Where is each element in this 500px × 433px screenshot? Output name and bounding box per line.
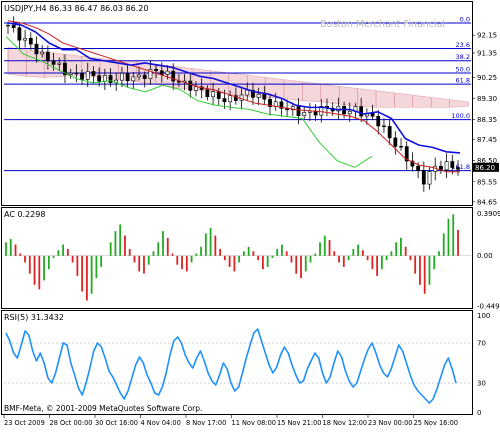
- rsi-tick-label: 0: [477, 409, 481, 417]
- candle-body: [34, 43, 39, 55]
- candle-body: [74, 72, 79, 75]
- x-tick-label: 11 Nov 08:00: [232, 419, 276, 427]
- candle-body: [57, 62, 62, 65]
- candle-body: [17, 27, 22, 41]
- candle-body: [165, 70, 170, 75]
- x-tick-label: 30 Oct 16:00: [95, 419, 138, 427]
- candle-body: [387, 126, 392, 139]
- candle-body: [45, 51, 50, 62]
- candle-body: [427, 171, 432, 185]
- candle-body: [159, 70, 164, 75]
- candle-body: [91, 71, 96, 76]
- price-title: USDJPY,H4 86.33 86.47 86.03 86.20: [4, 4, 148, 13]
- candle-body: [142, 74, 147, 79]
- candle-body: [11, 24, 16, 29]
- watermark: Boston Merchant Financial: [320, 19, 445, 30]
- candle-body: [28, 37, 33, 45]
- rsi-tick-label: 30: [477, 380, 486, 388]
- candle-body: [444, 161, 449, 171]
- candle-body: [456, 167, 460, 170]
- ac-tick-label: -0.4492: [477, 303, 500, 311]
- candle-body: [216, 91, 221, 99]
- rsi-pane: [1, 310, 473, 415]
- x-tick-label: 18 Nov 12:00: [323, 419, 367, 427]
- rsi-tick-label: 100: [477, 312, 490, 320]
- candle-body: [102, 75, 107, 82]
- rsi-tick-label: 70: [477, 340, 486, 348]
- price-tick-label: 85.55: [477, 178, 497, 186]
- x-tick-label: 15 Nov 21:00: [277, 419, 321, 427]
- candle-body: [6, 24, 10, 27]
- candle-body: [228, 95, 233, 103]
- x-tick-label: 28 Oct 00:00: [50, 419, 93, 427]
- copyright: BMF-Meta, © 2001-2009 MetaQuotes Softwar…: [4, 404, 202, 413]
- fib-level-label: 100.0: [451, 112, 470, 120]
- candle-body: [256, 93, 261, 98]
- candle-body: [421, 170, 426, 185]
- price-tick-label: 89.30: [477, 95, 497, 103]
- candle-body: [359, 106, 364, 117]
- candle-body: [97, 75, 102, 82]
- x-tick-label: 25 Nov 16:00: [414, 419, 458, 427]
- price-tick-label: 88.35: [477, 116, 497, 124]
- candle-body: [222, 98, 227, 103]
- fib-level-label: 23.6: [456, 41, 470, 49]
- x-tick-label: 8 Nov 17:00: [186, 419, 226, 427]
- candle-body: [125, 72, 130, 82]
- candle-body: [239, 94, 244, 101]
- ac-tick-label: 0.3909: [477, 210, 500, 218]
- ac-tick-label: 0.00: [477, 252, 493, 260]
- candle-body: [302, 112, 307, 117]
- candle-body: [296, 106, 301, 117]
- price-tick-label: 84.65: [477, 198, 497, 206]
- fib-level-label: 50.0: [456, 65, 470, 73]
- candle-body: [450, 161, 455, 168]
- candle-body: [382, 125, 386, 128]
- candle-body: [399, 146, 403, 148]
- candle-body: [245, 89, 250, 96]
- price-tick-label: 90.25: [477, 74, 497, 82]
- fib-level-label: 38.2: [456, 53, 470, 61]
- mt4-chart-window: 0.0 23.6 38.2 50.0 61.8 100.0 161.8 92.15 91.35…: [0, 0, 500, 429]
- price-tick-label: 87.45: [477, 136, 497, 144]
- candle-body: [262, 93, 267, 100]
- candle-body: [40, 51, 45, 55]
- candle-body: [416, 165, 421, 171]
- chart-canvas: 0.023.638.250.061.8100.0161.8 92.1591.35…: [1, 1, 500, 427]
- current-price-label: 86.20: [475, 164, 495, 172]
- candle-body: [347, 111, 352, 115]
- candle-body: [211, 91, 215, 98]
- price-tick-label: 92.15: [477, 32, 497, 40]
- candle-body: [120, 72, 124, 81]
- candle-body: [194, 86, 198, 91]
- candle-body: [23, 37, 27, 41]
- x-tick-label: 23 Oct 2009: [4, 419, 45, 427]
- candle-body: [205, 89, 210, 98]
- fib-level-label: 0.0: [460, 15, 470, 23]
- candle-body: [131, 76, 136, 82]
- candle-body: [376, 115, 381, 127]
- candle-body: [137, 74, 141, 78]
- candle-body: [188, 80, 193, 91]
- x-tick-label: 23 Nov 00:00: [368, 419, 412, 427]
- candle-body: [51, 60, 56, 65]
- fib-level-label: 61.8: [456, 77, 470, 85]
- candle-body: [85, 71, 90, 80]
- x-tick-label: 4 Nov 04:00: [141, 419, 181, 427]
- candle-body: [154, 68, 159, 72]
- candle-body: [80, 73, 84, 80]
- candle-body: [68, 72, 73, 75]
- price-tick-label: 91.35: [477, 49, 497, 57]
- rsi-title: RSI(5) 31.3432: [4, 313, 64, 322]
- ac-title: AC 0.2298: [4, 210, 45, 219]
- candle-body: [393, 137, 398, 147]
